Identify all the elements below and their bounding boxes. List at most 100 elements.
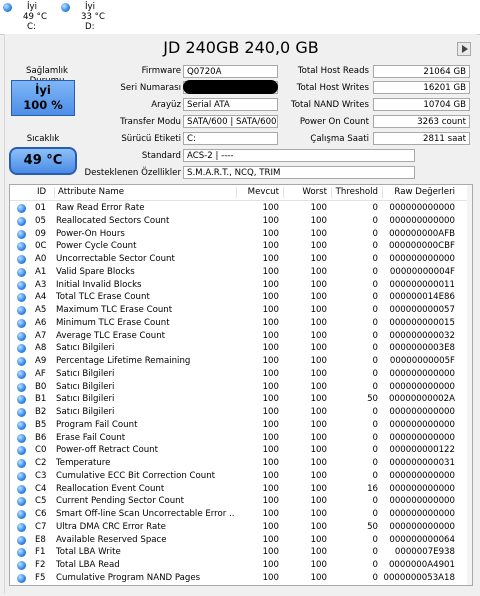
table-row[interactable]: B1 Satıcı Bilgileri 100 100 50 00000000002A [10, 393, 472, 406]
table-row[interactable]: AF Satıcı Bilgileri 100 100 0 000000000000 [10, 368, 472, 381]
table-row[interactable]: A4 Total TLC Erase Count 100 100 0 000000014E… [10, 291, 472, 304]
cell-current: 100 [262, 470, 279, 481]
column-header-worst[interactable]: Worst [302, 187, 327, 197]
drive-temp: 49 °C [23, 12, 47, 22]
next-disk-button[interactable] [457, 42, 471, 56]
smart-attributes-table[interactable]: ID Attribute Name Mevcut Worst Threshold… [9, 184, 473, 586]
table-row[interactable]: B2 Satıcı Bilgileri 100 100 0 000000000000 [10, 406, 472, 419]
table-row[interactable]: F5 Cumulative Program NAND Pages 100 100 0 00… [10, 572, 472, 585]
cell-worst: 100 [310, 419, 327, 430]
cell-worst: 100 [310, 521, 327, 532]
status-dot-icon [17, 293, 26, 303]
cell-id: A3 [35, 279, 47, 290]
main-window: JD 240GB 240,0 GB Sağlamlık Durumu İyi 1… [4, 34, 477, 594]
table-row[interactable]: A9 Percentage Lifetime Remaining 100 100 0 00… [10, 355, 472, 368]
cell-raw: 000000000000 [389, 368, 455, 379]
column-header-raw[interactable]: Raw Değerleri [394, 187, 455, 197]
health-status-badge: İyi 100 % [11, 80, 75, 116]
status-dot-icon [17, 471, 26, 481]
cell-worst: 100 [310, 560, 327, 570]
cell-attribute: Reallocation Event Count [56, 483, 165, 494]
cell-current: 100 [262, 419, 279, 430]
cell-raw: 000000000000 [389, 483, 455, 494]
status-dot-icon [17, 242, 26, 252]
table-row[interactable]: C3 Cumulative ECC Bit Correction Count 100… [10, 470, 472, 483]
cell-current: 100 [262, 368, 279, 379]
cell-attribute: Average TLC Erase Count [56, 330, 166, 341]
status-dot-icon [17, 420, 26, 430]
table-row[interactable]: C7 Ultra DMA CRC Error Rate 100 100 50 000000… [10, 521, 472, 534]
table-row[interactable]: 05 Reallocated Sectors Count 100 100 0 000000… [10, 215, 472, 228]
temperature-badge: 49 °C [9, 147, 77, 175]
cell-threshold: 0 [372, 470, 378, 481]
table-row[interactable]: 0C Power Cycle Count 100 100 0 000000000CBF [10, 240, 472, 253]
table-row[interactable]: B6 Erase Fail Count 100 100 0 000000000000 [10, 432, 472, 445]
status-dot-icon [17, 216, 26, 226]
cell-attribute: Power-off Retract Count [56, 445, 158, 456]
cell-threshold: 0 [372, 547, 378, 558]
table-row[interactable]: A8 Satıcı Bilgileri 100 100 0 0000000003E8 [10, 342, 472, 355]
column-header-attribute[interactable]: Attribute Name [58, 187, 124, 197]
status-dot-icon [17, 573, 26, 583]
cell-current: 100 [262, 458, 279, 468]
cell-attribute: Total LBA Read [56, 560, 120, 570]
drive-temp: 33 °C [81, 12, 105, 22]
serial-label: Seri Numarası [120, 83, 181, 93]
cell-threshold: 50 [367, 521, 378, 532]
table-row[interactable]: A3 Initial Invalid Blocks 100 100 0 000000000… [10, 279, 472, 292]
cell-attribute: Smart Off-line Scan Uncorrectable Error … [56, 509, 234, 519]
table-row[interactable]: A1 Valid Spare Blocks 100 100 0 00000000004F [10, 266, 472, 279]
table-row[interactable]: 01 Raw Read Error Rate 100 100 0 000000000000 [10, 202, 472, 215]
cell-worst: 100 [310, 356, 327, 366]
table-row[interactable]: A6 Minimum TLC Erase Count 100 100 0 00000000… [10, 317, 472, 330]
cell-id: C2 [35, 458, 47, 468]
cell-attribute: Valid Spare Blocks [56, 266, 135, 277]
table-row[interactable]: C6 Smart Off-line Scan Uncorrectable Erro… [10, 508, 472, 521]
table-row[interactable]: 09 Power-On Hours 100 100 0 000000000AFB [10, 228, 472, 241]
features-label: Desteklenen Özellikler [84, 168, 181, 178]
cell-threshold: 0 [372, 458, 378, 468]
drive-bar: İyi 49 °C C: İyi 33 °C D: [0, 0, 480, 35]
table-scrollbar[interactable] [467, 185, 472, 585]
host-writes-label: Total Host Writes [296, 83, 369, 93]
cell-worst: 100 [310, 305, 327, 315]
cell-attribute: Erase Fail Count [56, 432, 126, 443]
cell-current: 100 [262, 483, 279, 494]
cell-threshold: 0 [372, 356, 378, 366]
table-row[interactable]: C4 Reallocation Event Count 100 100 16 000000… [10, 483, 472, 496]
column-header-current[interactable]: Mevcut [248, 187, 279, 197]
cell-raw: 00000000004F [389, 266, 455, 277]
cell-attribute: Minimum TLC Erase Count [56, 317, 170, 328]
table-row[interactable]: E8 Available Reserved Space 100 100 0 0000000… [10, 534, 472, 547]
cell-threshold: 0 [372, 203, 378, 213]
table-row[interactable]: C0 Power-off Retract Count 100 100 0 00000000… [10, 444, 472, 457]
table-row[interactable]: B5 Program Fail Count 100 100 0 000000000000 [10, 419, 472, 432]
table-row[interactable]: A5 Maximum TLC Erase Count 100 100 0 00000000… [10, 304, 472, 317]
status-dot-icon [17, 497, 26, 507]
cell-worst: 100 [310, 330, 327, 341]
column-header-id[interactable]: ID [37, 187, 46, 197]
cell-id: C4 [35, 483, 47, 494]
drive-status: İyi [27, 2, 38, 12]
temperature-label: Sıcaklık [26, 134, 60, 144]
cell-threshold: 0 [372, 241, 378, 252]
cell-id: A5 [35, 305, 47, 315]
table-row[interactable]: F1 Total LBA Write 100 100 0 0000007E938 [10, 546, 472, 559]
table-row[interactable]: A7 Average TLC Erase Count 100 100 0 00000000… [10, 330, 472, 343]
cell-current: 100 [262, 330, 279, 341]
cell-id: A1 [35, 266, 47, 277]
table-row[interactable]: B0 Satıcı Bilgileri 100 100 0 000000000000 [10, 381, 472, 394]
table-row[interactable]: F2 Total LBA Read 100 100 0 0000000A4901 [10, 559, 472, 572]
cell-id: A7 [35, 330, 47, 341]
cell-id: A6 [35, 317, 47, 328]
table-row[interactable]: C5 Current Pending Sector Count 100 100 0 000… [10, 495, 472, 508]
cell-worst: 100 [310, 432, 327, 443]
cell-id: F5 [35, 572, 46, 583]
status-dot-icon [17, 331, 26, 341]
cell-current: 100 [262, 509, 279, 519]
cell-current: 100 [262, 356, 279, 366]
table-row[interactable]: C2 Temperature 100 100 0 000000000031 [10, 457, 472, 470]
column-header-threshold[interactable]: Threshold [336, 187, 378, 197]
cell-threshold: 0 [372, 215, 378, 226]
table-row[interactable]: A0 Uncorrectable Sector Count 100 100 0 00000… [10, 253, 472, 266]
